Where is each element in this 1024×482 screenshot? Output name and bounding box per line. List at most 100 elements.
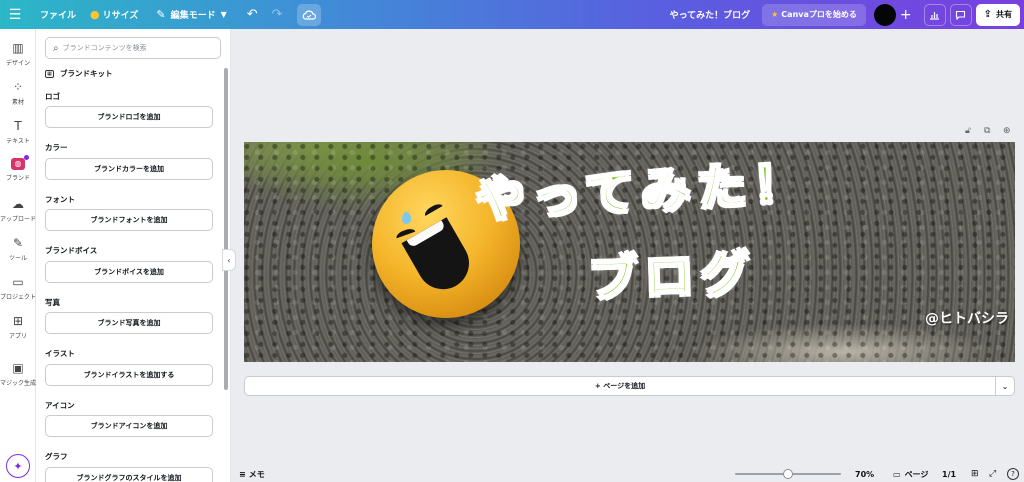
duplicate-icon[interactable]: ⧉	[984, 126, 990, 136]
undo-icon[interactable]: ↶	[247, 0, 258, 29]
rail-item-uploads[interactable]: ☁ アップロード	[0, 197, 36, 223]
section-title-illustrations: イラスト	[45, 349, 75, 358]
panel-scrollbar[interactable]	[224, 68, 228, 390]
notes-button[interactable]: ≡ メモ	[239, 469, 265, 480]
help-icon[interactable]: ?	[1007, 468, 1019, 480]
add-brand-illustration-button[interactable]: ブランドイラストを追加する	[45, 364, 213, 386]
layout-icon: ▥	[12, 41, 24, 55]
avatar[interactable]	[873, 3, 896, 26]
pencil-icon: ✎	[156, 8, 166, 21]
grid-view-icon[interactable]: ⊞	[971, 469, 979, 479]
apps-icon: ⊞	[12, 314, 24, 328]
rail-label: デザイン	[5, 60, 30, 67]
ball-eye-right	[422, 201, 446, 221]
hamburger-icon[interactable]: ☰	[0, 0, 30, 29]
add-brand-logo-button[interactable]: ブランドロゴを追加	[45, 106, 213, 128]
add-brand-photo-button[interactable]: ブランド写真を追加	[45, 312, 213, 334]
add-brand-icon-button[interactable]: ブランドアイコンを追加	[45, 415, 213, 437]
zoom-slider-handle[interactable]	[783, 469, 793, 479]
rail-item-projects[interactable]: ▭ プロジェクト	[0, 275, 36, 301]
rail-label: ブランド	[5, 175, 30, 182]
rail-label: ツール	[8, 255, 27, 262]
add-brand-font-button[interactable]: ブランドフォントを追加	[45, 209, 213, 231]
add-collaborator-icon[interactable]: +	[900, 0, 912, 29]
analytics-icon[interactable]	[923, 3, 946, 26]
crown-icon: ★	[771, 10, 779, 19]
section-title-color: カラー	[45, 143, 68, 152]
lock-icon[interactable]: 🔓︎	[965, 126, 971, 136]
add-brand-voice-button[interactable]: ブランドボイスを追加	[45, 261, 213, 283]
rail-label: アプリ	[8, 333, 27, 340]
comment-icon[interactable]	[949, 3, 972, 26]
edit-mode-label: 編集モード	[170, 11, 216, 21]
brand-kit-row[interactable]: ▦ ブランドキット	[45, 68, 113, 79]
pages-icon: ▭	[893, 469, 901, 479]
section-title-charts: グラフ	[45, 452, 68, 461]
folder-icon: ▭	[12, 275, 24, 289]
rail-label: テキスト	[6, 138, 30, 145]
bottom-bar: ≡ メモ 70% ▭ ページ 1/1 ⊞ ⤢ ?	[231, 466, 1024, 482]
share-button[interactable]: ⇪ 共有	[975, 3, 1020, 26]
notes-icon: ≡	[239, 469, 246, 479]
rail-label: マジック生成	[0, 380, 37, 387]
redo-icon[interactable]: ↷	[272, 0, 283, 29]
brand-icon: ◍	[11, 155, 29, 170]
rail-item-brand[interactable]: ◍ ブランド	[0, 155, 36, 182]
design-title-line2[interactable]: ブログ	[587, 234, 759, 310]
brand-kit-label: ブランドキット	[60, 69, 113, 78]
rail-item-tools[interactable]: ✎ ツール	[0, 236, 36, 262]
section-title-logo: ロゴ	[45, 92, 60, 101]
left-rail: ▥ デザイン ⁘ 素材 T テキスト ◍ ブランド ☁ アップロード ✎ ツール…	[0, 29, 36, 482]
add-page-button[interactable]: + ページを追加	[244, 376, 996, 396]
add-brand-chart-style-button[interactable]: ブランドグラフのスタイルを追加	[45, 467, 213, 482]
rail-item-text[interactable]: T テキスト	[0, 119, 36, 145]
section-title-brand-voice: ブランドボイス	[45, 246, 98, 255]
brand-panel: ⌕ ▦ ブランドキット ロゴ ブランドロゴを追加 カラー ブランドカラーを追加 …	[36, 29, 231, 482]
pro-label: Canvaプロを始める	[781, 10, 857, 19]
notes-label: メモ	[248, 469, 265, 479]
search-input[interactable]	[62, 44, 213, 52]
rail-item-apps[interactable]: ⊞ アプリ	[0, 314, 36, 340]
chevron-down-icon[interactable]: ⌄	[996, 376, 1015, 396]
zoom-level[interactable]: 70%	[855, 470, 874, 479]
cloud-upload-icon: ☁	[12, 197, 24, 211]
section-title-font: フォント	[45, 195, 75, 204]
canva-pro-button[interactable]: ★ Canvaプロを始める	[762, 3, 866, 26]
brand-kit-icon: ▦	[45, 69, 54, 78]
pages-button[interactable]: ▭ ページ	[893, 469, 928, 480]
section-title-photos: 写真	[45, 298, 60, 307]
crown-icon: ●	[90, 8, 100, 21]
magic-sparkle-icon[interactable]: ✦	[6, 454, 30, 478]
section-title-icons: アイコン	[45, 401, 75, 410]
text-icon: T	[14, 119, 22, 133]
edit-mode-dropdown[interactable]: ✎ 編集モード ▼	[156, 0, 226, 29]
resize-button[interactable]: ● リサイズ	[90, 0, 138, 29]
pages-label: ページ	[904, 469, 929, 479]
search-icon: ⌕	[53, 42, 59, 54]
upload-icon: ⇪	[983, 9, 992, 20]
shapes-icon: ⁘	[12, 80, 24, 94]
rail-item-magic-media[interactable]: ▣ マジック生成	[0, 361, 36, 387]
rail-item-elements[interactable]: ⁘ 素材	[0, 80, 36, 106]
search-box[interactable]: ⌕	[45, 37, 221, 59]
page-count: 1/1	[942, 469, 957, 479]
collapse-panel-icon[interactable]: ‹	[222, 249, 236, 271]
fullscreen-icon[interactable]: ⤢	[989, 469, 996, 479]
rail-label: アップロード	[0, 216, 37, 223]
pen-tool-icon: ✎	[12, 236, 24, 250]
add-brand-color-button[interactable]: ブランドカラーを追加	[45, 158, 213, 180]
file-menu[interactable]: ファイル	[40, 0, 76, 29]
document-title[interactable]: やってみた！ブログ	[670, 0, 751, 29]
design-page[interactable]: やってみた！ ブログ @ヒトバシラ	[244, 142, 1015, 362]
add-page-icon[interactable]: ⊕	[1003, 126, 1011, 136]
rail-item-design[interactable]: ▥ デザイン	[0, 41, 36, 67]
top-bar: ☰ ファイル ● リサイズ ✎ 編集モード ▼ ↶ ↷ やってみた！ブログ ★ …	[0, 0, 1024, 29]
rail-label: プロジェクト	[0, 294, 37, 301]
share-label: 共有	[996, 10, 1012, 19]
cloud-saved-icon[interactable]	[296, 3, 321, 26]
tear-drop	[402, 212, 411, 224]
chevron-down-icon: ▼	[220, 10, 227, 19]
resize-label: リサイズ	[102, 11, 139, 21]
rail-label: 素材	[11, 99, 24, 106]
design-handle-text[interactable]: @ヒトバシラ	[925, 308, 1009, 328]
